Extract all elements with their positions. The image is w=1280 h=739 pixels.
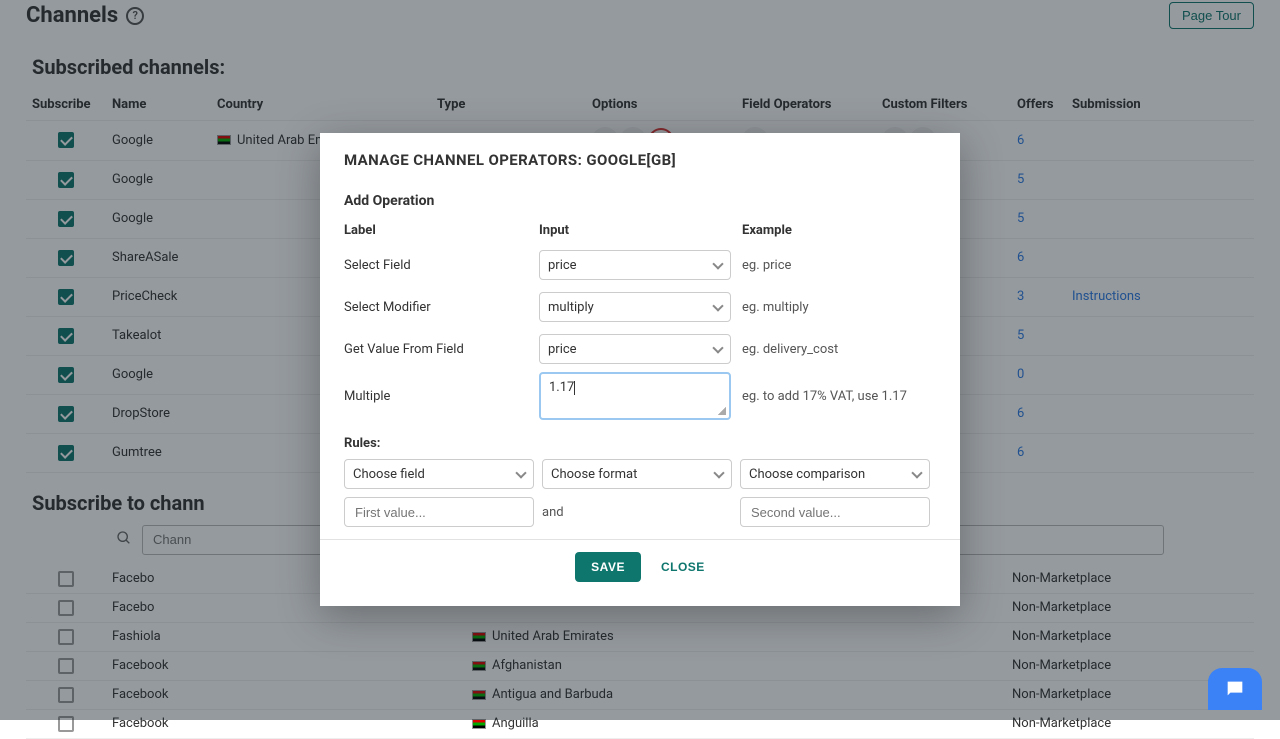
example-header: Example <box>734 223 936 238</box>
chevron-down-icon <box>515 467 526 478</box>
select-field-dropdown[interactable]: price <box>539 250 731 280</box>
add-operation-heading: Add Operation <box>344 193 936 209</box>
chevron-down-icon <box>911 467 922 478</box>
choose-field-dropdown[interactable]: Choose field <box>344 459 534 489</box>
get-value-dropdown[interactable]: price <box>539 334 731 364</box>
divider <box>320 539 960 540</box>
manage-operators-modal: MANAGE CHANNEL OPERATORS: GOOGLE[GB] Add… <box>320 133 960 606</box>
multiple-label: Multiple <box>344 389 539 404</box>
multiple-textarea[interactable]: 1.17 <box>539 372 731 420</box>
first-value-input[interactable] <box>344 497 534 527</box>
choose-comparison-dropdown[interactable]: Choose comparison <box>740 459 930 489</box>
rules-heading: Rules: <box>344 436 936 451</box>
modal-overlay: MANAGE CHANNEL OPERATORS: GOOGLE[GB] Add… <box>0 0 1280 720</box>
chevron-down-icon <box>712 258 723 269</box>
second-value-input[interactable] <box>740 497 930 527</box>
chat-icon <box>1224 678 1246 700</box>
choose-format-dropdown[interactable]: Choose format <box>542 459 732 489</box>
select-modifier-dropdown[interactable]: multiply <box>539 292 731 322</box>
save-button[interactable]: SAVE <box>575 552 641 582</box>
select-field-example: eg. price <box>734 258 936 273</box>
select-modifier-label: Select Modifier <box>344 300 539 315</box>
label-header: Label <box>344 223 539 238</box>
select-modifier-example: eg. multiply <box>734 300 936 315</box>
get-value-label: Get Value From Field <box>344 342 539 357</box>
get-value-example: eg. delivery_cost <box>734 342 936 357</box>
input-header: Input <box>539 223 734 238</box>
chevron-down-icon <box>712 300 723 311</box>
flag-icon <box>472 719 486 729</box>
multiple-example: eg. to add 17% VAT, use 1.17 <box>734 389 936 404</box>
close-button[interactable]: CLOSE <box>661 552 705 582</box>
chevron-down-icon <box>712 342 723 353</box>
chevron-down-icon <box>713 467 724 478</box>
modal-title: MANAGE CHANNEL OPERATORS: GOOGLE[GB] <box>344 151 936 169</box>
and-label: and <box>542 505 732 520</box>
select-field-label: Select Field <box>344 258 539 273</box>
chat-button[interactable] <box>1208 668 1262 710</box>
